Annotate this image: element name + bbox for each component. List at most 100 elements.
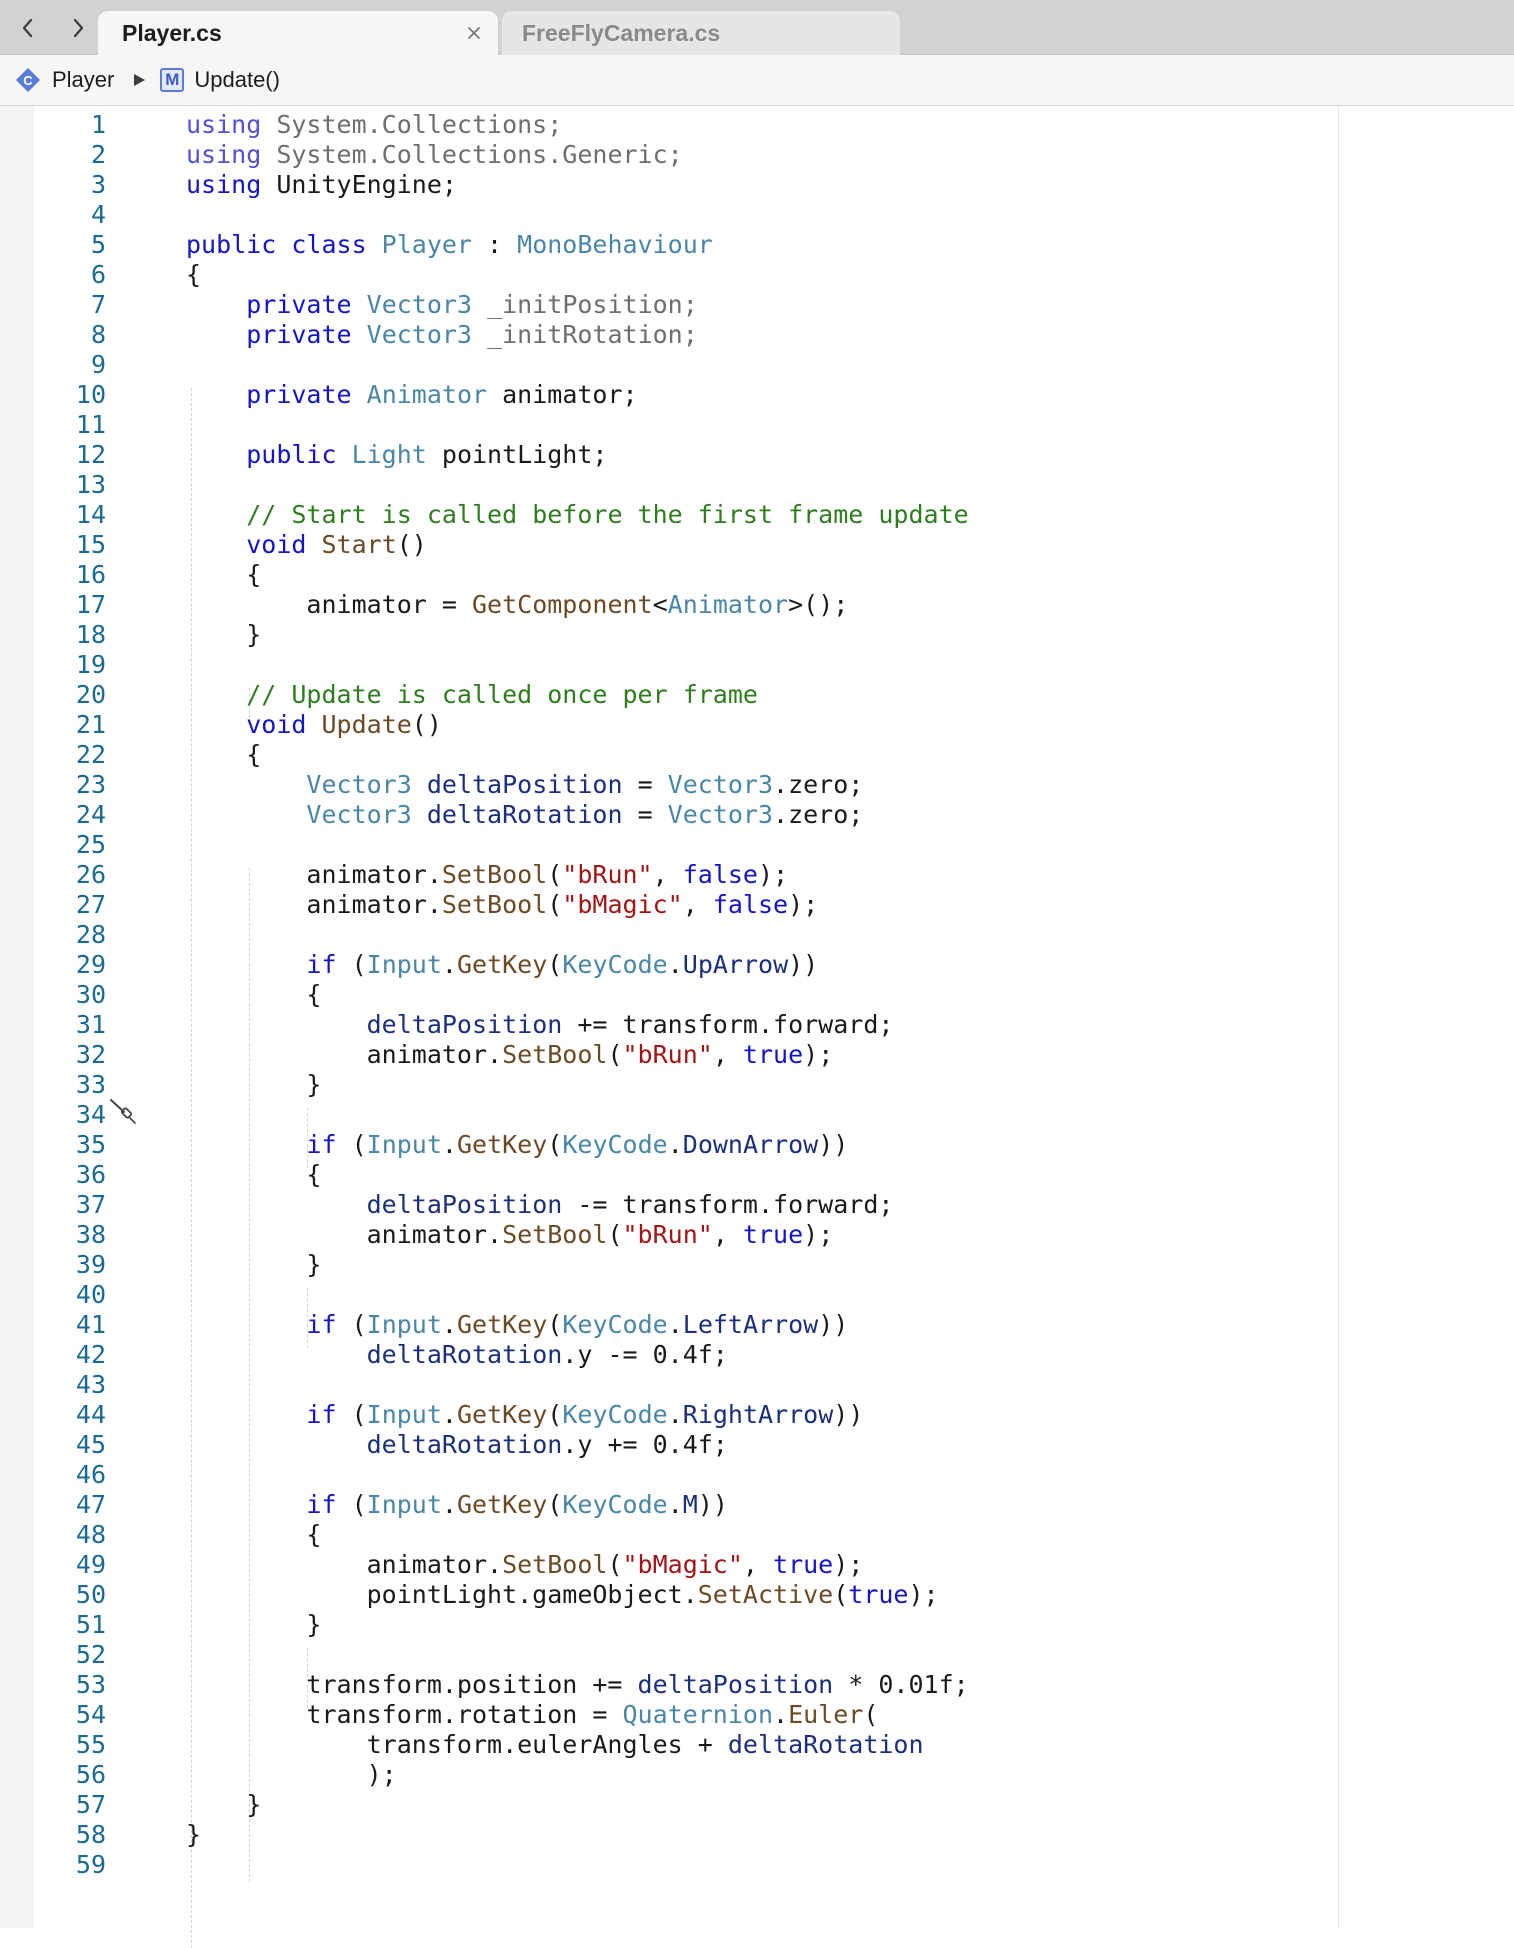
code-line[interactable]: {: [186, 1520, 969, 1550]
code-line[interactable]: // Start is called before the first fram…: [186, 500, 968, 530]
code-token: .zero;: [773, 800, 864, 829]
code-line[interactable]: pointLight.gameObject.SetActive(true);: [186, 1580, 969, 1610]
code-line[interactable]: animator.SetBool("bMagic", false);: [186, 890, 969, 920]
code-line[interactable]: // Update is called once per frame: [186, 680, 969, 710]
code-line[interactable]: using System.Collections.Generic;: [186, 140, 969, 170]
code-token: public: [246, 440, 352, 469]
code-token: }: [186, 1250, 322, 1279]
code-editor[interactable]: 1 2 3 4 5 6 7 8 9 10 11 12 13 14 15 16 17 18 19 20 21 22 23 24 2…: [0, 106, 1514, 1948]
breadcrumb-method[interactable]: M Update(): [160, 67, 280, 93]
code-line[interactable]: [186, 410, 969, 440]
code-line[interactable]: {: [186, 260, 969, 290]
code-line[interactable]: animator.SetBool("bRun", true);: [186, 1040, 969, 1070]
code-line[interactable]: [186, 1280, 969, 1310]
code-line[interactable]: void Update(): [186, 710, 969, 740]
breadcrumb-class[interactable]: C Player: [0, 66, 114, 94]
code-line[interactable]: deltaPosition += transform.forward;: [186, 1010, 969, 1040]
code-line[interactable]: }: [186, 1610, 969, 1640]
code-line[interactable]: if (Input.GetKey(KeyCode.UpArrow)): [186, 950, 969, 980]
code-line[interactable]: }: [186, 1820, 969, 1850]
code-token: {: [186, 560, 262, 589]
code-line[interactable]: Vector3 deltaRotation = Vector3.zero;: [186, 800, 969, 830]
code-token: )): [818, 1310, 849, 1339]
code-token: <: [652, 590, 668, 619]
code-line[interactable]: animator = GetComponent<Animator>();: [186, 590, 969, 620]
code-line[interactable]: [186, 830, 969, 860]
code-token: }: [186, 620, 262, 649]
code-line[interactable]: void Start(): [186, 530, 969, 560]
code-token: private: [246, 380, 367, 409]
code-line[interactable]: }: [186, 1250, 969, 1280]
code-line[interactable]: private Vector3 _initPosition;: [186, 290, 969, 320]
code-line[interactable]: {: [186, 740, 969, 770]
code-token: );: [833, 1550, 864, 1579]
code-line[interactable]: [186, 1640, 969, 1670]
tab-freeflycamera-cs[interactable]: FreeFlyCamera.cs: [502, 11, 900, 55]
code-line[interactable]: using UnityEngine;: [186, 170, 969, 200]
code-line[interactable]: transform.eulerAngles + deltaRotation: [186, 1730, 969, 1760]
code-line[interactable]: [186, 650, 969, 680]
forward-button[interactable]: [58, 8, 98, 48]
code-area[interactable]: using System.Collections; using System.Co…: [186, 110, 969, 1880]
code-token: // Update is called once per frame: [246, 680, 758, 709]
code-line[interactable]: [186, 470, 969, 500]
code-token: Start: [321, 530, 397, 559]
line-number: 32: [75, 1040, 106, 1069]
code-token: Euler: [788, 1700, 864, 1729]
code-line[interactable]: public Light pointLight;: [186, 440, 969, 470]
code-line[interactable]: animator.SetBool("bRun", true);: [186, 1220, 969, 1250]
line-number: 27: [75, 890, 106, 919]
tab-label: FreeFlyCamera.cs: [522, 19, 721, 46]
code-token: (: [547, 1490, 563, 1519]
tab-player-cs[interactable]: Player.cs: [98, 11, 498, 55]
breadcrumb-method-label: Update(): [194, 67, 280, 92]
code-line[interactable]: if (Input.GetKey(KeyCode.M)): [186, 1490, 969, 1520]
code-line[interactable]: [186, 350, 969, 380]
code-line[interactable]: public class Player : MonoBehaviour: [186, 230, 969, 260]
code-line[interactable]: deltaRotation.y -= 0.4f;: [186, 1340, 969, 1370]
back-button[interactable]: [8, 8, 48, 48]
code-line[interactable]: }: [186, 1790, 969, 1820]
tab-close-button[interactable]: [460, 19, 488, 47]
code-token: MonoBehaviour: [517, 230, 713, 259]
code-line[interactable]: }: [186, 1070, 969, 1100]
code-token: -= transform.forward;: [562, 1190, 894, 1219]
code-line[interactable]: animator.SetBool("bRun", false);: [186, 860, 969, 890]
code-line[interactable]: [186, 200, 969, 230]
code-line[interactable]: {: [186, 980, 969, 1010]
code-line[interactable]: deltaPosition -= transform.forward;: [186, 1190, 969, 1220]
code-line[interactable]: [186, 1460, 969, 1490]
code-line[interactable]: private Vector3 _initRotation;: [186, 320, 969, 350]
code-line[interactable]: deltaRotation.y += 0.4f;: [186, 1430, 969, 1460]
code-token: "bRun": [562, 860, 653, 889]
code-line[interactable]: if (Input.GetKey(KeyCode.LeftArrow)): [186, 1310, 969, 1340]
code-token: Input: [366, 950, 442, 979]
code-line[interactable]: if (Input.GetKey(KeyCode.RightArrow)): [186, 1400, 969, 1430]
code-line[interactable]: animator.SetBool("bMagic", true);: [186, 1550, 969, 1580]
code-line[interactable]: [186, 1850, 969, 1880]
code-token: (: [607, 1220, 623, 1249]
code-line[interactable]: );: [186, 1760, 969, 1790]
code-token: :: [471, 230, 518, 259]
code-line[interactable]: transform.rotation = Quaternion.Euler(: [186, 1700, 969, 1730]
code-line[interactable]: }: [186, 620, 969, 650]
code-line[interactable]: if (Input.GetKey(KeyCode.DownArrow)): [186, 1130, 969, 1160]
code-token: =: [622, 800, 668, 829]
code-line[interactable]: Vector3 deltaPosition = Vector3.zero;: [186, 770, 969, 800]
code-line[interactable]: transform.position += deltaPosition * 0.…: [186, 1670, 968, 1700]
code-line[interactable]: [186, 1370, 969, 1400]
code-token: SetBool: [502, 1550, 608, 1579]
code-token: "bMagic": [562, 890, 683, 919]
code-line[interactable]: [186, 920, 969, 950]
code-line[interactable]: [186, 1100, 969, 1130]
code-line[interactable]: {: [186, 560, 969, 590]
code-line[interactable]: using System.Collections;: [186, 110, 969, 140]
code-token: SetBool: [441, 860, 548, 889]
code-token: KeyCode: [562, 1490, 668, 1519]
code-line[interactable]: {: [186, 1160, 969, 1190]
code-line[interactable]: private Animator animator;: [186, 380, 969, 410]
code-token: {: [186, 1520, 322, 1549]
code-token: animator.: [186, 1040, 503, 1069]
